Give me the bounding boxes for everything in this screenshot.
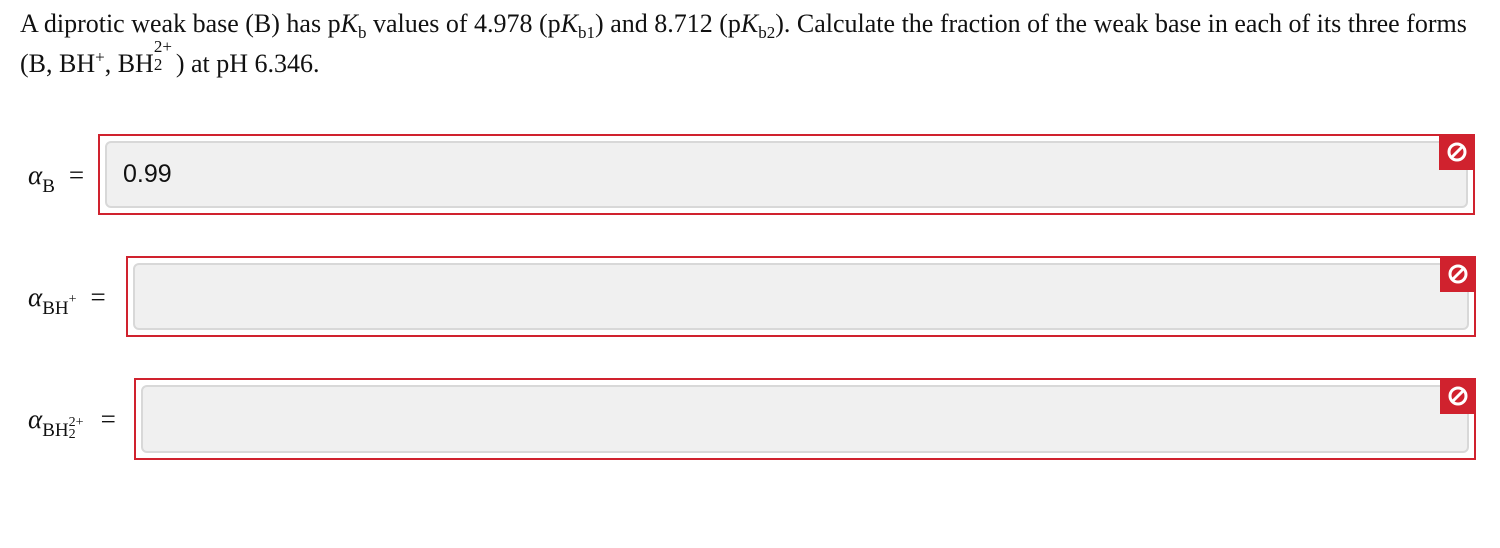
k1-symbol: K — [560, 9, 579, 38]
bh-charge: + — [95, 47, 105, 67]
question-suffix: ) at pH 6.346. — [175, 49, 320, 78]
k-symbol: K — [340, 9, 358, 38]
question-mid-1: values of 4.978 (p — [366, 9, 561, 38]
species-label: BH+ — [42, 292, 76, 319]
alpha-symbol: α — [28, 282, 43, 312]
alpha-bh2-error-badge — [1440, 378, 1476, 414]
alpha-bh-error-badge — [1440, 256, 1476, 292]
species-label: B — [42, 176, 55, 197]
bh2-charge: 2+ — [153, 37, 172, 56]
equals-sign: = — [68, 160, 85, 190]
alpha-bh-label: αBH+ = — [28, 282, 106, 319]
blocked-icon — [1447, 142, 1467, 162]
alpha-bh2-input[interactable] — [141, 385, 1469, 453]
species-subscript: 2 — [68, 427, 76, 442]
bh2-subscript: 2 — [153, 55, 163, 74]
species-charge: + — [68, 291, 77, 307]
k1-subscript: b1 — [578, 23, 596, 43]
bh2-stacked-script: 2+22+ — [153, 38, 176, 75]
alpha-bh-field-frame — [126, 256, 1476, 337]
alpha-b-field-frame — [98, 134, 1475, 215]
species-name: BH — [42, 298, 69, 319]
alpha-symbol: α — [28, 404, 43, 434]
alpha-b-error-badge — [1439, 134, 1475, 170]
blocked-icon — [1448, 386, 1468, 406]
blocked-icon — [1448, 264, 1468, 284]
alpha-bh2-field-frame — [134, 378, 1476, 460]
equals-sign: = — [100, 404, 116, 434]
alpha-symbol: α — [28, 160, 43, 190]
alpha-bh2-label: αBH 2+ 2 = — [28, 404, 116, 442]
k2-symbol: K — [740, 9, 759, 38]
question-prefix: A diprotic weak base (B) has p — [20, 9, 341, 38]
alpha-bh-input[interactable] — [133, 263, 1469, 330]
question-text: A diprotic weak base (B) has pKb values … — [20, 4, 1485, 84]
species-label: BH 2+ 2 — [42, 415, 86, 442]
question-mid-2: ) and 8.712 (p — [595, 9, 741, 38]
species-name: BH — [42, 420, 69, 441]
equals-sign: = — [90, 282, 106, 312]
alpha-b-input[interactable] — [105, 141, 1468, 208]
k2-subscript: b2 — [758, 23, 776, 43]
question-mid-4: , BH — [104, 49, 154, 78]
alpha-b-label: αB = — [28, 160, 85, 197]
